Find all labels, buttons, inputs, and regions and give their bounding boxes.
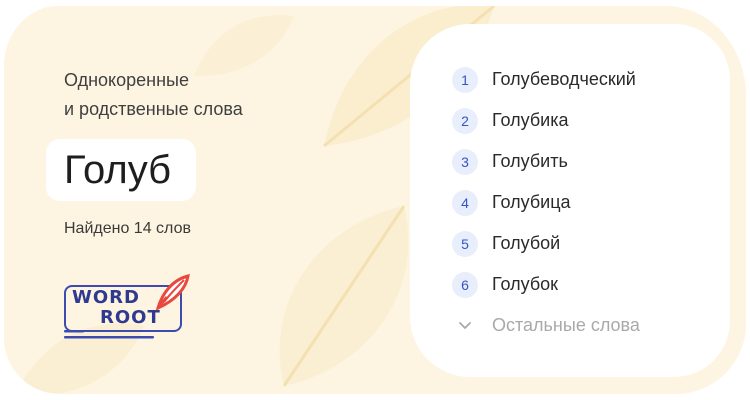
list-item[interactable]: 4 Голубица [452,182,640,223]
item-word-link[interactable]: Голубить [492,151,568,172]
item-number-badge: 1 [452,66,478,93]
item-word-link[interactable]: Голубок [492,274,558,295]
more-words-label: Остальные слова [492,315,640,335]
page-subtitle: Однокоренные и родственные слова [64,66,304,124]
list-item[interactable]: 2 Голубика [452,100,640,141]
item-word-link[interactable]: Голубика [492,110,569,131]
logo-underline [64,330,154,339]
root-word: Голуб [64,148,172,192]
wordroot-logo[interactable]: WORD ROOT [62,272,192,342]
chevron-down-icon [452,313,478,339]
more-words-button[interactable]: Остальные слова [452,305,640,346]
item-number-badge: 3 [452,148,478,175]
root-word-box: Голуб [46,139,196,201]
words-list: 1 Голубеводческий 2 Голубика 3 Голубить … [452,59,640,346]
list-item[interactable]: 6 Голубок [452,264,640,305]
feather-icon [155,273,190,311]
found-count: Найдено 14 слов [64,220,191,237]
words-panel: 1 Голубеводческий 2 Голубика 3 Голубить … [410,24,730,377]
subtitle-line-1: Однокоренные [64,70,189,90]
subtitle-line-2: и родственные слова [64,99,243,119]
list-item[interactable]: 3 Голубить [452,141,640,182]
item-word-link[interactable]: Голубой [492,233,560,254]
list-item[interactable]: 1 Голубеводческий [452,59,640,100]
item-number-badge: 2 [452,107,478,134]
item-number-badge: 5 [452,230,478,257]
word-card: Однокоренные и родственные слова Голуб Н… [4,6,746,394]
item-word-link[interactable]: Голубеводческий [492,69,636,90]
logo-text-word: WORD [72,287,140,308]
item-word-link[interactable]: Голубица [492,192,571,213]
list-item[interactable]: 5 Голубой [452,223,640,264]
item-number-badge: 4 [452,189,478,216]
decorative-leaf-icon [279,205,409,387]
item-number-badge: 6 [452,271,478,298]
